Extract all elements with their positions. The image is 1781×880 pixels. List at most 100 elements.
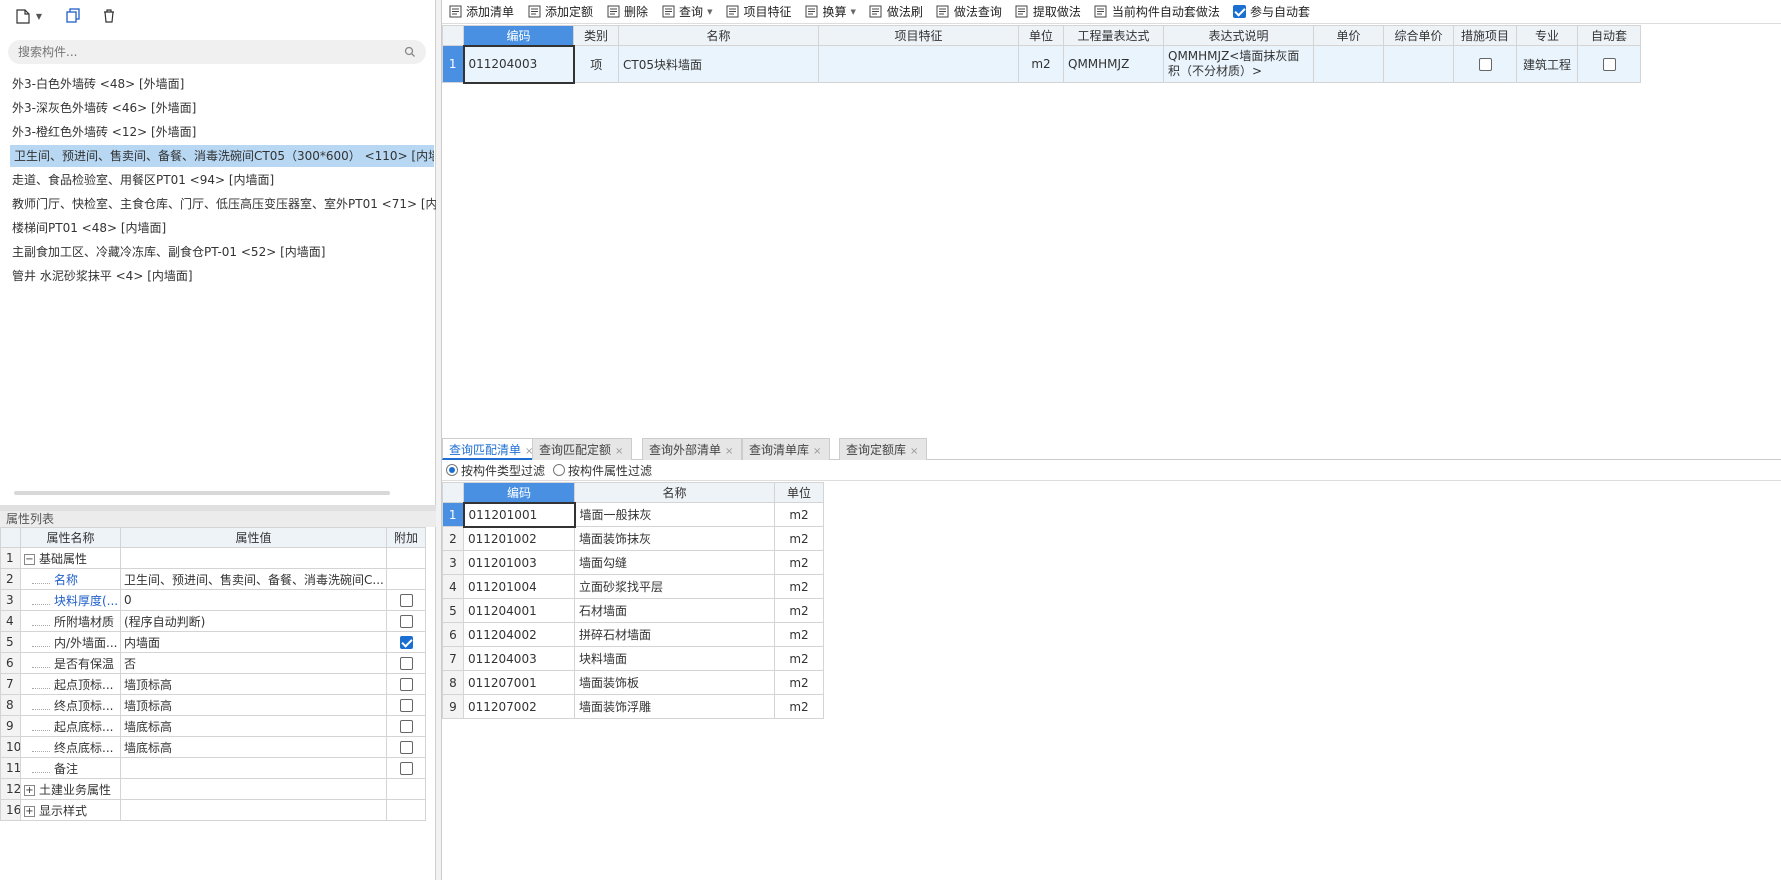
table-row[interactable]: 3 011201003 墙面勾缝 m2 (442, 550, 824, 575)
component-list-item[interactable]: 外3-深灰色外墙砖 <46> [外墙面] (12, 97, 196, 119)
component-list-item[interactable]: 外3-橙红色外墙砖 <12> [外墙面] (12, 121, 196, 143)
method-unit[interactable]: m2 (1018, 45, 1064, 83)
checkbox-icon[interactable] (399, 594, 413, 607)
filter-by-type[interactable]: 按构件类型过滤 (446, 462, 545, 479)
horizontal-scrollbar[interactable] (14, 491, 390, 495)
close-icon[interactable]: × (725, 446, 733, 457)
chevron-down-icon[interactable]: ▼ (850, 8, 855, 16)
table-row[interactable]: 8 011207001 墙面装饰板 m2 (442, 670, 824, 695)
property-row[interactable]: 6 是否有保温否 (0, 652, 426, 674)
query-unit[interactable]: m2 (774, 598, 824, 623)
checkbox-icon[interactable] (399, 615, 413, 628)
close-icon[interactable]: × (813, 446, 821, 457)
method-expression-desc[interactable]: QMMHMJZ<墙面抹灰面 积（不分材质）> (1163, 45, 1314, 83)
property-row[interactable]: 10 终点底标... 墙底标高 (0, 736, 426, 758)
method-name[interactable]: CT05块料墙面 (618, 45, 819, 83)
query-name[interactable]: 墙面装饰浮雕 (574, 694, 775, 719)
query-code[interactable]: 011201003 (463, 550, 575, 575)
tab-query-4[interactable]: 查询定额库 × (839, 438, 928, 460)
query-name[interactable]: 墙面一般抹灰 (574, 502, 775, 527)
tab-query-3[interactable]: 查询清单库 × (742, 438, 831, 460)
query-name[interactable]: 立面砂浆找平层 (574, 574, 775, 599)
search-icon[interactable] (404, 46, 416, 58)
method-comp-price[interactable] (1383, 45, 1454, 83)
query-unit[interactable]: m2 (774, 622, 824, 647)
query-unit[interactable]: m2 (774, 670, 824, 695)
query-code[interactable]: 011201002 (463, 526, 575, 551)
table-row[interactable]: 2 011201002 墙面装饰抹灰 m2 (442, 526, 824, 551)
search-input[interactable] (18, 45, 398, 59)
toolbar-button-fx[interactable]: 换算 ▼ (804, 3, 856, 20)
checkbox-icon[interactable] (399, 678, 413, 691)
property-row[interactable]: 5 内/外墙面... 内墙面 (0, 631, 426, 653)
query-unit[interactable]: m2 (774, 526, 824, 551)
component-list-item[interactable]: 外3-白色外墙砖 <48> [外墙面] (12, 73, 184, 95)
close-icon[interactable]: × (910, 446, 918, 457)
new-component-button[interactable]: ▼ (10, 4, 46, 28)
toolbar-button-trash[interactable]: 删除 (606, 3, 648, 20)
query-unit[interactable]: m2 (774, 502, 824, 527)
query-name[interactable]: 墙面装饰抹灰 (574, 526, 775, 551)
query-name[interactable]: 石材墙面 (574, 598, 775, 623)
checkbox-icon[interactable] (1478, 58, 1492, 71)
component-list-item[interactable]: 楼梯间PT01 <48> [内墙面] (12, 217, 166, 239)
property-value[interactable]: (程序自动判断) (120, 610, 387, 632)
query-name[interactable]: 墙面装饰板 (574, 670, 775, 695)
query-code[interactable]: 011204003 (463, 646, 575, 671)
toolbar-button-checkbox[interactable]: 参与自动套 (1232, 3, 1310, 20)
property-value[interactable]: 内墙面 (120, 631, 387, 653)
property-row[interactable]: 11 备注 (0, 757, 426, 779)
radio-icon[interactable] (553, 464, 566, 476)
table-row[interactable]: 5 011204001 石材墙面 m2 (442, 598, 824, 623)
property-row[interactable]: 4 所附墙材质 (程序自动判断) (0, 610, 426, 632)
toolbar-button-add-quota[interactable]: 添加定额 (527, 3, 593, 20)
query-code[interactable]: 011201004 (463, 574, 575, 599)
collapse-icon[interactable]: − (24, 553, 35, 565)
property-value[interactable]: 卫生间、预进间、售卖间、备餐、消毒洗碗间C... (120, 568, 387, 590)
property-row[interactable]: 12 + 土建业务属性 (0, 778, 426, 800)
checkbox-icon[interactable] (399, 741, 413, 754)
component-list-item[interactable]: 走道、食品检验室、用餐区PT01 <94> [内墙面] (12, 169, 274, 191)
toolbar-button-add-list[interactable]: 添加清单 (448, 3, 514, 20)
method-code[interactable]: 011204003 (462, 44, 575, 84)
query-name[interactable]: 墙面勾缝 (574, 550, 775, 575)
property-row[interactable]: 7 起点顶标... 墙顶标高 (0, 673, 426, 695)
method-type[interactable]: 项 (573, 45, 619, 83)
method-expression[interactable]: QMMHMJZ (1063, 45, 1164, 83)
toolbar-button-search-method[interactable]: 做法查询 (936, 3, 1002, 20)
property-value[interactable]: 墙底标高 (120, 736, 387, 758)
method-row[interactable]: 1 011204003 项 CT05块料墙面 m2 QMMHMJZ QMMHMJZ<墙面抹灰… (442, 44, 1641, 84)
property-row[interactable]: 16 + 显示样式 (0, 799, 426, 821)
toolbar-button-feature[interactable]: 项目特征 (725, 3, 791, 20)
copy-component-button[interactable] (60, 4, 86, 28)
table-row[interactable]: 1 011201001 墙面一般抹灰 m2 (442, 501, 824, 528)
property-value[interactable]: 墙底标高 (120, 715, 387, 737)
query-unit[interactable]: m2 (774, 574, 824, 599)
query-code[interactable]: 011207001 (463, 670, 575, 695)
method-major[interactable]: 建筑工程 (1516, 45, 1578, 83)
query-code[interactable]: 011201001 (462, 501, 576, 528)
method-price[interactable] (1313, 45, 1384, 83)
property-value[interactable] (120, 757, 387, 779)
query-code[interactable]: 011204002 (463, 622, 575, 647)
checkbox-icon[interactable] (399, 636, 413, 649)
table-row[interactable]: 6 011204002 拼碎石材墙面 m2 (442, 622, 824, 647)
checkbox-icon[interactable] (399, 762, 413, 775)
component-search[interactable] (8, 40, 426, 64)
toolbar-button-query[interactable]: 查询 ▼ (661, 3, 712, 20)
toolbar-button-auto-apply[interactable]: 当前构件自动套做法 (1094, 3, 1220, 20)
expand-icon[interactable]: + (24, 784, 35, 796)
table-row[interactable]: 7 011204003 块料墙面 m2 (442, 646, 824, 671)
query-code[interactable]: 011204001 (463, 598, 575, 623)
checkbox-icon[interactable] (399, 657, 413, 670)
checkbox-icon[interactable] (399, 699, 413, 712)
component-list-item[interactable]: 管井 水泥砂浆抹平 <4> [内墙面] (12, 265, 193, 287)
component-list-item[interactable]: 教师门厅、快检室、主食仓库、门厅、低压高压变压器室、室外PT01 <71> [内… (12, 193, 466, 215)
query-unit[interactable]: m2 (774, 550, 824, 575)
query-unit[interactable]: m2 (774, 694, 824, 719)
property-row[interactable]: 8 终点顶标... 墙顶标高 (0, 694, 426, 716)
query-name[interactable]: 块料墙面 (574, 646, 775, 671)
property-value[interactable]: 墙顶标高 (120, 694, 387, 716)
component-list-item[interactable]: 卫生间、预进间、售卖间、备餐、消毒洗碗间CT05（300*600） <110> … (10, 145, 434, 167)
checkbox-icon[interactable] (1602, 58, 1616, 71)
